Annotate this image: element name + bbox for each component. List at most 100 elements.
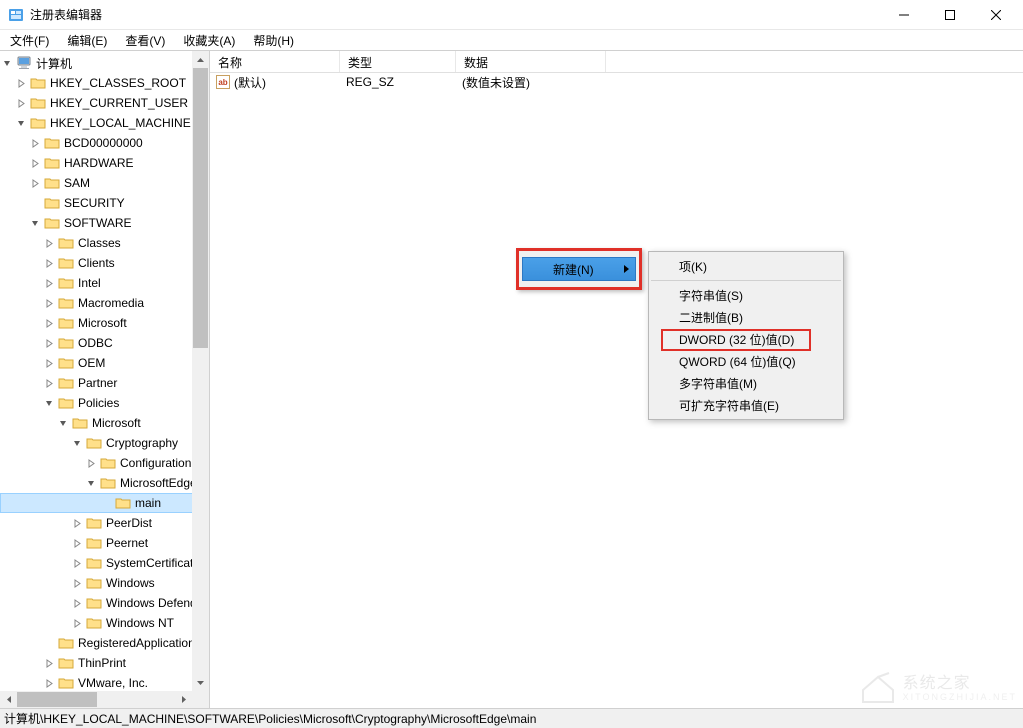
submenu-key[interactable]: 项(K) — [649, 255, 843, 277]
menu-favorites[interactable]: 收藏夹(A) — [175, 30, 243, 51]
expand-icon[interactable] — [70, 516, 84, 530]
submenu-string[interactable]: 字符串值(S) — [649, 284, 843, 306]
close-button[interactable] — [973, 0, 1019, 30]
list-row[interactable]: ab (默认) REG_SZ (数值未设置) — [210, 73, 1023, 91]
collapse-icon[interactable] — [14, 116, 28, 130]
submenu-binary[interactable]: 二进制值(B) — [649, 306, 843, 328]
tree-windows[interactable]: Windows — [0, 573, 209, 593]
tree-sam[interactable]: SAM — [0, 173, 209, 193]
tree-main-selected[interactable]: main — [0, 493, 209, 513]
tree-partner[interactable]: Partner — [0, 373, 209, 393]
tree-policies[interactable]: Policies — [0, 393, 209, 413]
submenu-label: 项(K) — [679, 258, 707, 275]
expand-icon[interactable] — [42, 336, 56, 350]
collapse-icon[interactable] — [28, 216, 42, 230]
menu-help[interactable]: 帮助(H) — [245, 30, 302, 51]
tree-windowsnt[interactable]: Windows NT — [0, 613, 209, 633]
tree-cryptography[interactable]: Cryptography — [0, 433, 209, 453]
collapse-icon[interactable] — [70, 436, 84, 450]
tree-clients[interactable]: Clients — [0, 253, 209, 273]
tree-microsoft[interactable]: Microsoft — [0, 313, 209, 333]
minimize-button[interactable] — [881, 0, 927, 30]
tree-oem[interactable]: OEM — [0, 353, 209, 373]
tree-bcd[interactable]: BCD00000000 — [0, 133, 209, 153]
submenu-expand[interactable]: 可扩充字符串值(E) — [649, 394, 843, 416]
expand-icon[interactable] — [42, 316, 56, 330]
expand-icon[interactable] — [70, 596, 84, 610]
expand-icon[interactable] — [42, 376, 56, 390]
expand-icon[interactable] — [42, 676, 56, 690]
expand-icon[interactable] — [42, 256, 56, 270]
collapse-icon[interactable] — [84, 476, 98, 490]
folder-icon — [58, 236, 74, 250]
column-name[interactable]: 名称 — [210, 51, 340, 72]
submenu-label: 字符串值(S) — [679, 287, 743, 304]
tree-label: SECURITY — [64, 196, 125, 210]
expand-icon[interactable] — [28, 136, 42, 150]
expand-icon[interactable] — [70, 556, 84, 570]
column-data[interactable]: 数据 — [456, 51, 606, 72]
tree-hardware[interactable]: HARDWARE — [0, 153, 209, 173]
tree-hkcu[interactable]: HKEY_CURRENT_USER — [0, 93, 209, 113]
expand-icon[interactable] — [28, 176, 42, 190]
expand-icon[interactable] — [70, 536, 84, 550]
tree-systemcert[interactable]: SystemCertificates — [0, 553, 209, 573]
tree-intel[interactable]: Intel — [0, 273, 209, 293]
tree-thinprint[interactable]: ThinPrint — [0, 653, 209, 673]
tree-macromedia[interactable]: Macromedia — [0, 293, 209, 313]
expand-icon[interactable] — [14, 96, 28, 110]
expand-icon[interactable] — [42, 276, 56, 290]
tree-label: Peernet — [106, 536, 148, 550]
scroll-thumb[interactable] — [17, 692, 97, 707]
tree-hkcr[interactable]: HKEY_CLASSES_ROOT — [0, 73, 209, 93]
tree-peerdist[interactable]: PeerDist — [0, 513, 209, 533]
expand-icon[interactable] — [14, 76, 28, 90]
expand-icon[interactable] — [42, 296, 56, 310]
expand-icon[interactable] — [70, 616, 84, 630]
menu-edit[interactable]: 编辑(E) — [59, 30, 115, 51]
tree-hklm[interactable]: HKEY_LOCAL_MACHINE — [0, 113, 209, 133]
column-type[interactable]: 类型 — [340, 51, 456, 72]
expand-icon[interactable] — [84, 456, 98, 470]
menu-file[interactable]: 文件(F) — [2, 30, 57, 51]
context-menu-new[interactable]: 新建(N) — [522, 257, 636, 281]
submenu-qword[interactable]: QWORD (64 位)值(Q) — [649, 350, 843, 372]
tree-windowsdef[interactable]: Windows Defender — [0, 593, 209, 613]
collapse-icon[interactable] — [0, 56, 14, 70]
expand-icon[interactable] — [70, 576, 84, 590]
submenu-multi[interactable]: 多字符串值(M) — [649, 372, 843, 394]
tree-label: Configuration — [120, 456, 191, 470]
scroll-up-icon[interactable] — [192, 51, 209, 68]
tree-microsoftedge[interactable]: MicrosoftEdge — [0, 473, 209, 493]
scroll-down-icon[interactable] — [192, 674, 209, 691]
tree-root[interactable]: 计算机 — [0, 53, 209, 73]
tree-regapps[interactable]: RegisteredApplications — [0, 633, 209, 653]
folder-icon — [44, 156, 60, 170]
expand-icon[interactable] — [28, 156, 42, 170]
tree-scrollbar-horizontal[interactable] — [0, 691, 192, 708]
expand-icon[interactable] — [42, 656, 56, 670]
tree-label: Partner — [78, 376, 117, 390]
menu-view[interactable]: 查看(V) — [117, 30, 173, 51]
maximize-button[interactable] — [927, 0, 973, 30]
tree-software[interactable]: SOFTWARE — [0, 213, 209, 233]
tree-vmware[interactable]: VMware, Inc. — [0, 673, 209, 693]
tree-policies-microsoft[interactable]: Microsoft — [0, 413, 209, 433]
tree-odbc[interactable]: ODBC — [0, 333, 209, 353]
collapse-icon[interactable] — [56, 416, 70, 430]
scroll-thumb[interactable] — [193, 68, 208, 348]
expand-icon[interactable] — [42, 356, 56, 370]
submenu-dword[interactable]: DWORD (32 位)值(D) — [649, 328, 843, 350]
expand-icon[interactable] — [42, 236, 56, 250]
tree-classes[interactable]: Classes — [0, 233, 209, 253]
tree-security[interactable]: SECURITY — [0, 193, 209, 213]
tree-configuration[interactable]: Configuration — [0, 453, 209, 473]
folder-icon — [58, 376, 74, 390]
tree-scrollbar-vertical[interactable] — [192, 51, 209, 691]
collapse-icon[interactable] — [42, 396, 56, 410]
scroll-left-icon[interactable] — [0, 691, 17, 708]
folder-icon — [44, 136, 60, 150]
registry-tree[interactable]: 计算机 HKEY_CLASSES_ROOT HKEY_CURRENT_USER … — [0, 51, 209, 693]
tree-peernet[interactable]: Peernet — [0, 533, 209, 553]
scroll-right-icon[interactable] — [175, 691, 192, 708]
